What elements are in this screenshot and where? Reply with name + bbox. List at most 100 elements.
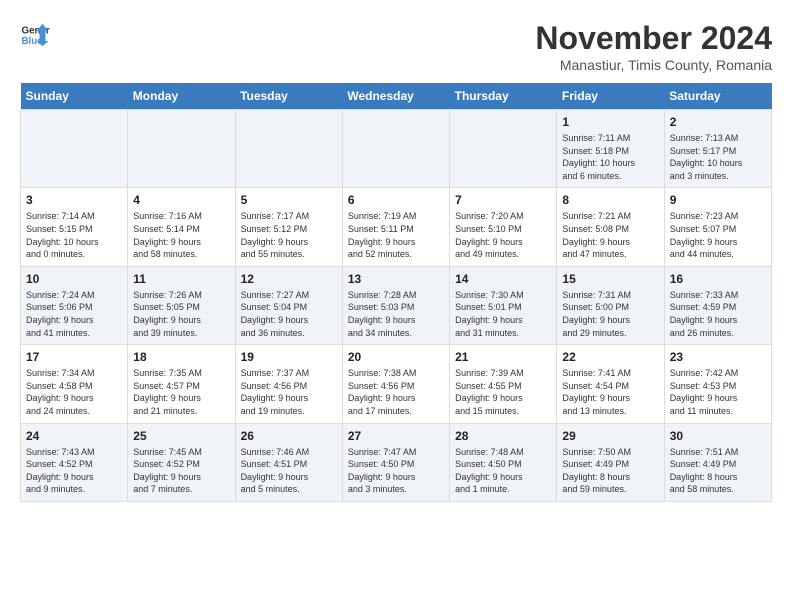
header-tuesday: Tuesday xyxy=(235,83,342,110)
calendar-table: SundayMondayTuesdayWednesdayThursdayFrid… xyxy=(20,83,772,502)
header-thursday: Thursday xyxy=(450,83,557,110)
day-info: Sunrise: 7:14 AM Sunset: 5:15 PM Dayligh… xyxy=(26,210,122,260)
header-friday: Friday xyxy=(557,83,664,110)
day-info: Sunrise: 7:23 AM Sunset: 5:07 PM Dayligh… xyxy=(670,210,766,260)
day-info: Sunrise: 7:41 AM Sunset: 4:54 PM Dayligh… xyxy=(562,367,658,417)
header-sunday: Sunday xyxy=(21,83,128,110)
calendar-cell: 26 Sunrise: 7:46 AM Sunset: 4:51 PM Dayli… xyxy=(235,423,342,501)
day-number: 1 xyxy=(562,115,658,129)
day-number: 23 xyxy=(670,350,766,364)
calendar-week-row: 1 Sunrise: 7:11 AM Sunset: 5:18 PM Daylig… xyxy=(21,110,772,188)
day-number: 21 xyxy=(455,350,551,364)
calendar-cell: 30 Sunrise: 7:51 AM Sunset: 4:49 PM Dayli… xyxy=(664,423,771,501)
calendar-cell: 22 Sunrise: 7:41 AM Sunset: 4:54 PM Dayli… xyxy=(557,345,664,423)
day-info: Sunrise: 7:38 AM Sunset: 4:56 PM Dayligh… xyxy=(348,367,444,417)
day-info: Sunrise: 7:27 AM Sunset: 5:04 PM Dayligh… xyxy=(241,289,337,339)
calendar-cell xyxy=(235,110,342,188)
title-area: November 2024 Manastiur, Timis County, R… xyxy=(535,20,772,73)
day-info: Sunrise: 7:13 AM Sunset: 5:17 PM Dayligh… xyxy=(670,132,766,182)
day-number: 16 xyxy=(670,272,766,286)
calendar-cell: 23Sunrise: 7:42 AM Sunset: 4:53 PM Dayli… xyxy=(664,345,771,423)
day-number: 10 xyxy=(26,272,122,286)
calendar-week-row: 3 Sunrise: 7:14 AM Sunset: 5:15 PM Daylig… xyxy=(21,188,772,266)
calendar-cell: 17 Sunrise: 7:34 AM Sunset: 4:58 PM Dayli… xyxy=(21,345,128,423)
calendar-week-row: 17 Sunrise: 7:34 AM Sunset: 4:58 PM Dayli… xyxy=(21,345,772,423)
header-monday: Monday xyxy=(128,83,235,110)
day-info: Sunrise: 7:17 AM Sunset: 5:12 PM Dayligh… xyxy=(241,210,337,260)
day-info: Sunrise: 7:28 AM Sunset: 5:03 PM Dayligh… xyxy=(348,289,444,339)
day-info: Sunrise: 7:43 AM Sunset: 4:52 PM Dayligh… xyxy=(26,446,122,496)
calendar-cell: 12 Sunrise: 7:27 AM Sunset: 5:04 PM Dayli… xyxy=(235,266,342,344)
day-info: Sunrise: 7:37 AM Sunset: 4:56 PM Dayligh… xyxy=(241,367,337,417)
day-number: 17 xyxy=(26,350,122,364)
day-info: Sunrise: 7:19 AM Sunset: 5:11 PM Dayligh… xyxy=(348,210,444,260)
day-info: Sunrise: 7:24 AM Sunset: 5:06 PM Dayligh… xyxy=(26,289,122,339)
logo: General Blue xyxy=(20,20,50,50)
day-info: Sunrise: 7:26 AM Sunset: 5:05 PM Dayligh… xyxy=(133,289,229,339)
day-number: 26 xyxy=(241,429,337,443)
calendar-cell: 11Sunrise: 7:26 AM Sunset: 5:05 PM Dayli… xyxy=(128,266,235,344)
header-saturday: Saturday xyxy=(664,83,771,110)
day-number: 20 xyxy=(348,350,444,364)
day-info: Sunrise: 7:33 AM Sunset: 4:59 PM Dayligh… xyxy=(670,289,766,339)
day-info: Sunrise: 7:21 AM Sunset: 5:08 PM Dayligh… xyxy=(562,210,658,260)
calendar-cell xyxy=(21,110,128,188)
day-number: 12 xyxy=(241,272,337,286)
day-number: 29 xyxy=(562,429,658,443)
calendar-cell: 16 Sunrise: 7:33 AM Sunset: 4:59 PM Dayli… xyxy=(664,266,771,344)
day-info: Sunrise: 7:16 AM Sunset: 5:14 PM Dayligh… xyxy=(133,210,229,260)
day-number: 13 xyxy=(348,272,444,286)
day-info: Sunrise: 7:11 AM Sunset: 5:18 PM Dayligh… xyxy=(562,132,658,182)
calendar-cell: 20 Sunrise: 7:38 AM Sunset: 4:56 PM Dayli… xyxy=(342,345,449,423)
calendar-cell: 25Sunrise: 7:45 AM Sunset: 4:52 PM Dayli… xyxy=(128,423,235,501)
day-info: Sunrise: 7:46 AM Sunset: 4:51 PM Dayligh… xyxy=(241,446,337,496)
day-number: 30 xyxy=(670,429,766,443)
calendar-cell: 6 Sunrise: 7:19 AM Sunset: 5:11 PM Daylig… xyxy=(342,188,449,266)
day-number: 18 xyxy=(133,350,229,364)
day-info: Sunrise: 7:35 AM Sunset: 4:57 PM Dayligh… xyxy=(133,367,229,417)
calendar-cell: 13 Sunrise: 7:28 AM Sunset: 5:03 PM Dayli… xyxy=(342,266,449,344)
day-number: 9 xyxy=(670,193,766,207)
day-number: 15 xyxy=(562,272,658,286)
calendar-cell: 8 Sunrise: 7:21 AM Sunset: 5:08 PM Daylig… xyxy=(557,188,664,266)
day-info: Sunrise: 7:51 AM Sunset: 4:49 PM Dayligh… xyxy=(670,446,766,496)
day-info: Sunrise: 7:48 AM Sunset: 4:50 PM Dayligh… xyxy=(455,446,551,496)
calendar-cell xyxy=(342,110,449,188)
header-wednesday: Wednesday xyxy=(342,83,449,110)
location: Manastiur, Timis County, Romania xyxy=(535,57,772,73)
calendar-cell: 2 Sunrise: 7:13 AM Sunset: 5:17 PM Daylig… xyxy=(664,110,771,188)
day-number: 2 xyxy=(670,115,766,129)
day-info: Sunrise: 7:39 AM Sunset: 4:55 PM Dayligh… xyxy=(455,367,551,417)
day-info: Sunrise: 7:47 AM Sunset: 4:50 PM Dayligh… xyxy=(348,446,444,496)
day-number: 22 xyxy=(562,350,658,364)
calendar-cell: 29 Sunrise: 7:50 AM Sunset: 4:49 PM Dayli… xyxy=(557,423,664,501)
day-number: 28 xyxy=(455,429,551,443)
day-number: 4 xyxy=(133,193,229,207)
calendar-cell: 24 Sunrise: 7:43 AM Sunset: 4:52 PM Dayli… xyxy=(21,423,128,501)
calendar-cell: 4 Sunrise: 7:16 AM Sunset: 5:14 PM Daylig… xyxy=(128,188,235,266)
day-info: Sunrise: 7:20 AM Sunset: 5:10 PM Dayligh… xyxy=(455,210,551,260)
calendar-week-row: 24 Sunrise: 7:43 AM Sunset: 4:52 PM Dayli… xyxy=(21,423,772,501)
day-number: 24 xyxy=(26,429,122,443)
day-number: 3 xyxy=(26,193,122,207)
calendar-header-row: SundayMondayTuesdayWednesdayThursdayFrid… xyxy=(21,83,772,110)
calendar-cell: 7 Sunrise: 7:20 AM Sunset: 5:10 PM Daylig… xyxy=(450,188,557,266)
calendar-cell: 14Sunrise: 7:30 AM Sunset: 5:01 PM Dayli… xyxy=(450,266,557,344)
calendar-cell: 1 Sunrise: 7:11 AM Sunset: 5:18 PM Daylig… xyxy=(557,110,664,188)
day-number: 6 xyxy=(348,193,444,207)
day-info: Sunrise: 7:34 AM Sunset: 4:58 PM Dayligh… xyxy=(26,367,122,417)
day-info: Sunrise: 7:31 AM Sunset: 5:00 PM Dayligh… xyxy=(562,289,658,339)
calendar-cell xyxy=(128,110,235,188)
logo-icon: General Blue xyxy=(20,20,50,50)
day-number: 8 xyxy=(562,193,658,207)
day-info: Sunrise: 7:50 AM Sunset: 4:49 PM Dayligh… xyxy=(562,446,658,496)
calendar-cell: 3 Sunrise: 7:14 AM Sunset: 5:15 PM Daylig… xyxy=(21,188,128,266)
day-number: 14 xyxy=(455,272,551,286)
month-title: November 2024 xyxy=(535,20,772,57)
calendar-cell: 19Sunrise: 7:37 AM Sunset: 4:56 PM Dayli… xyxy=(235,345,342,423)
calendar-cell: 5Sunrise: 7:17 AM Sunset: 5:12 PM Daylig… xyxy=(235,188,342,266)
calendar-cell: 15 Sunrise: 7:31 AM Sunset: 5:00 PM Dayli… xyxy=(557,266,664,344)
calendar-cell: 18 Sunrise: 7:35 AM Sunset: 4:57 PM Dayli… xyxy=(128,345,235,423)
calendar-cell: 27Sunrise: 7:47 AM Sunset: 4:50 PM Dayli… xyxy=(342,423,449,501)
day-number: 7 xyxy=(455,193,551,207)
